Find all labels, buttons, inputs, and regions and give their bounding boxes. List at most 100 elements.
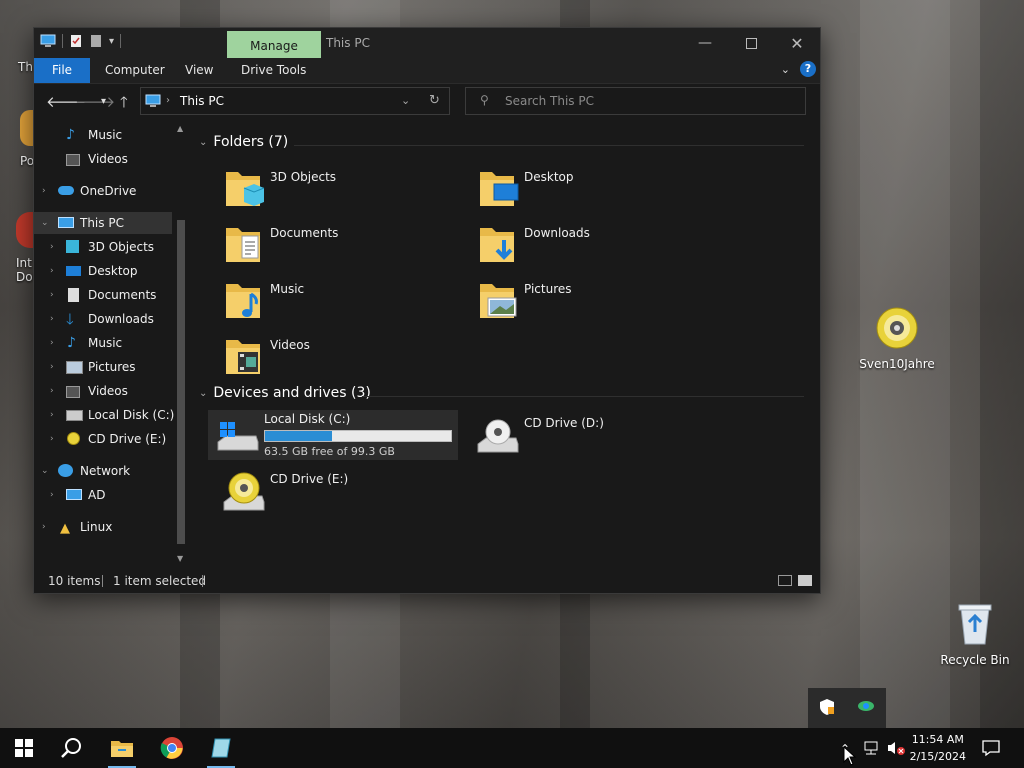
drives-header-label: Devices and drives (3) [213,385,371,401]
forward-arrow-icon[interactable]: 🡒 [75,92,115,111]
address-bar[interactable]: › This PC ⌄ ↻ [140,87,450,115]
folder-name: Music [270,282,305,296]
close-icon: ✕ [790,33,804,53]
disk-usage-bar-fill [265,431,332,441]
folder-tile-videos[interactable]: Videos [214,332,464,382]
new-folder-icon[interactable] [89,34,103,48]
folder-tile-music[interactable]: Music [214,276,464,326]
sidebar-item-label: 3D Objects [88,240,155,254]
chevron-right-icon[interactable]: › [42,180,46,202]
chevron-down-icon: ⌄ [199,136,208,148]
sidebar-item-label: Downloads [88,312,154,326]
tab-drive-tools[interactable]: Drive Tools [241,58,306,83]
drive-tile-cd-drive-e[interactable]: CD Drive (E:) [214,466,464,516]
divider [294,145,804,146]
scroll-up-icon[interactable]: ▲ [177,124,183,133]
chevron-right-icon[interactable]: › [50,236,54,258]
chevron-right-icon[interactable]: › [50,484,54,506]
folder-tile-3d-objects[interactable]: 3D Objects [214,164,464,214]
folder-tile-downloads[interactable]: Downloads [468,220,718,270]
address-dropdown-icon[interactable]: ⌄ [401,88,410,114]
folder-tile-pictures[interactable]: Pictures [468,276,718,326]
cd-icon [876,307,918,349]
sidebar-item-label: Network [80,464,131,478]
status-item-count: 10 items [48,574,101,588]
drive-tile-local-disk-c[interactable]: Local Disk (C:) 63.5 GB free of 99.3 GB [208,410,458,460]
folder-tile-desktop[interactable]: Desktop [468,164,718,214]
network-tray-icon[interactable] [856,698,876,714]
taskbar-app[interactable] [197,728,245,768]
qat-dropdown-icon[interactable]: ▾ [109,36,114,47]
scrollbar-thumb[interactable] [177,220,185,544]
navigation-pane: ♪ Music Videos › OneDrive ⌄ This PC › 3D… [34,120,192,568]
chevron-right-icon[interactable]: › [50,404,54,426]
chevron-down-icon[interactable]: ⌄ [41,460,49,482]
sidebar-item-label: AD [88,488,106,502]
sidebar-item-label: OneDrive [80,184,137,198]
refresh-icon[interactable]: ↻ [429,88,440,114]
sidebar-item-label: Music [88,336,123,350]
search-button[interactable] [48,728,96,768]
tab-file[interactable]: File [34,58,90,83]
downloads-folder-icon [480,228,514,262]
ribbon-tabs: File Computer View Drive Tools ⌄ ? [34,58,820,84]
chevron-right-icon[interactable]: › [50,356,54,378]
breadcrumb-chevron-icon[interactable]: › [166,88,170,114]
chevron-right-icon[interactable]: › [50,428,54,450]
folders-group-header[interactable]: ⌄ Folders (7) [199,134,288,150]
navigation-bar: 🡐 🡒 ▾ 🡑 › This PC ⌄ ↻ ⚲ Search This PC [34,84,820,120]
videos-icon [66,386,80,398]
clock-date: 2/15/2024 [909,750,966,763]
cd-drive-icon [67,432,80,445]
desktop-icon-label: Th [18,60,33,74]
divider [202,575,203,587]
minimize-button[interactable]: — [682,28,728,58]
desktop-icon-partial[interactable]: Th [18,60,33,74]
maximize-button[interactable] [728,28,774,58]
videos-folder-icon [226,340,260,374]
tab-computer[interactable]: Computer [105,58,165,83]
chevron-right-icon[interactable]: › [50,284,54,306]
expand-ribbon-icon[interactable]: ⌄ [781,63,790,76]
chevron-right-icon[interactable]: › [50,308,54,330]
help-button[interactable]: ? [800,61,816,77]
close-button[interactable]: ✕ [774,28,820,58]
drive-tile-cd-drive-d[interactable]: CD Drive (D:) [468,410,718,460]
desktop-icon-recycle-bin[interactable]: Recycle Bin [935,602,1015,667]
manage-context-tab[interactable]: Manage [227,31,321,58]
desktop-icon-sven10jahre[interactable]: Sven10Jahre [857,306,937,371]
up-arrow-icon[interactable]: 🡑 [120,92,128,117]
title-bar[interactable]: ▾ Manage This PC — ✕ [34,28,820,58]
details-view-icon[interactable] [778,575,792,586]
notifications-icon[interactable] [982,739,1000,757]
chevron-right-icon[interactable]: › [42,516,46,538]
navigation-scrollbar[interactable]: ▲ ▼ [174,120,188,566]
chevron-right-icon[interactable]: › [50,380,54,402]
address-text: This PC [180,94,224,108]
search-input[interactable]: ⚲ Search This PC [465,87,806,115]
large-icons-view-icon[interactable] [798,575,812,586]
folder-name: Pictures [524,282,572,296]
drives-group-header[interactable]: ⌄ Devices and drives (3) [199,385,371,401]
recent-locations-icon[interactable]: ▾ [101,96,106,107]
network-status-icon[interactable] [862,740,880,756]
folder-tile-documents[interactable]: Documents [214,220,464,270]
chevron-right-icon[interactable]: › [50,260,54,282]
folder-name: Videos [270,338,310,352]
content-pane: ⌄ Folders (7) 3D Objects Desktop Documen… [194,120,818,568]
taskbar-chrome[interactable] [148,728,196,768]
taskbar-file-explorer[interactable] [98,728,146,768]
volume-muted-icon[interactable] [886,740,906,756]
start-button[interactable] [0,728,48,768]
chevron-right-icon[interactable]: › [50,332,54,354]
quick-access-toolbar: ▾ [40,34,122,48]
sidebar-item-this-pc[interactable]: ⌄ This PC [34,212,172,234]
scroll-down-icon[interactable]: ▼ [177,554,183,563]
downloads-icon: 🡓 [66,310,74,328]
clock[interactable]: 11:54 AM 2/15/2024 [910,731,966,765]
sidebar-item-label: Linux [80,520,113,534]
security-shield-icon[interactable] [818,698,836,716]
properties-icon[interactable] [69,34,83,48]
chevron-down-icon[interactable]: ⌄ [41,212,49,234]
tab-view[interactable]: View [185,58,213,83]
